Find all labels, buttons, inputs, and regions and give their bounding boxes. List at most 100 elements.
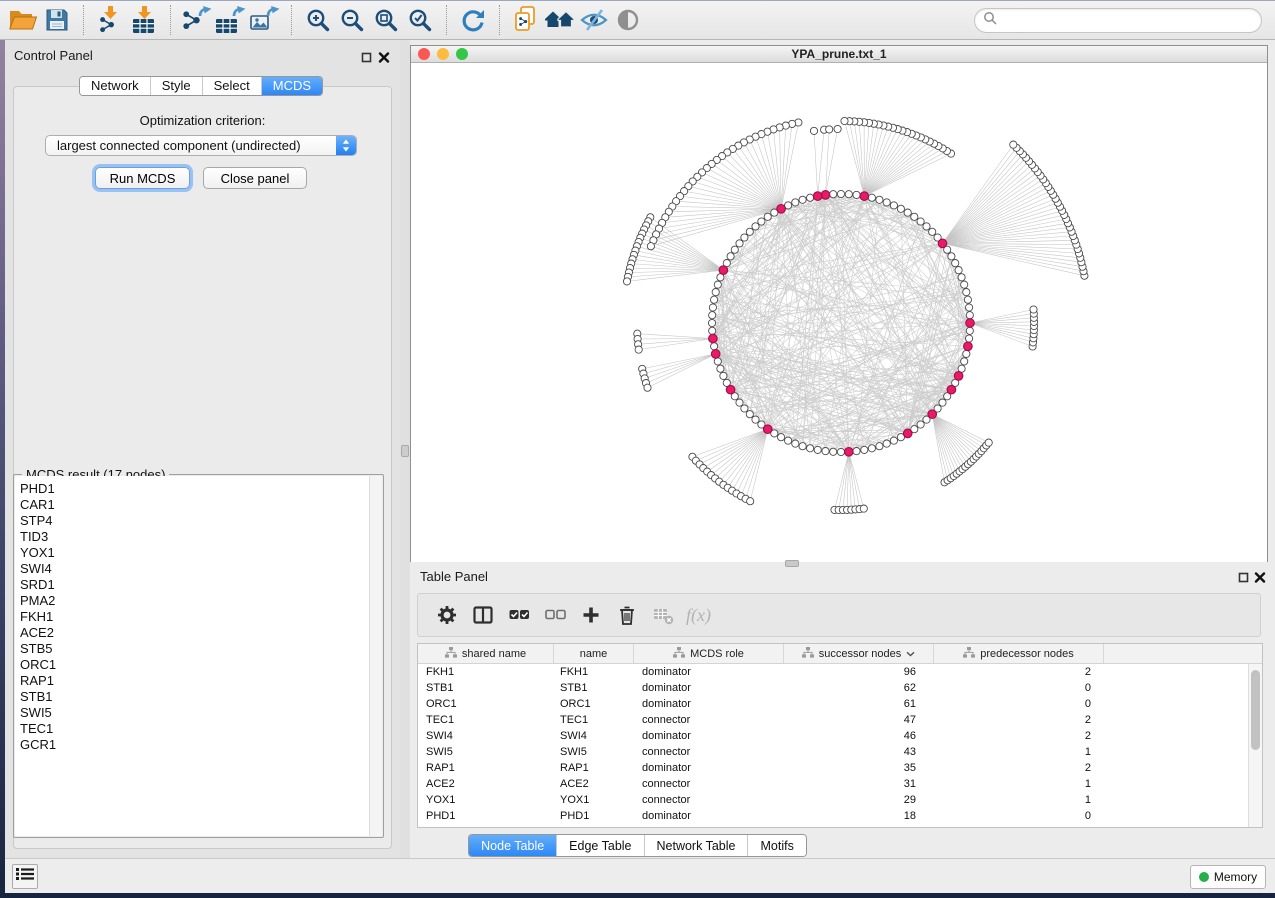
dominator-node[interactable] xyxy=(709,334,718,343)
network-node[interactable] xyxy=(861,446,868,453)
go-home-icon[interactable] xyxy=(543,4,577,36)
dominator-node[interactable] xyxy=(821,191,830,200)
mcds-result-item[interactable]: TEC1 xyxy=(16,721,56,737)
network-node[interactable] xyxy=(961,281,968,288)
dominator-node[interactable] xyxy=(928,410,937,419)
dominator-node[interactable] xyxy=(711,350,720,359)
network-node[interactable] xyxy=(644,384,651,391)
network-node[interactable] xyxy=(709,312,716,319)
network-node[interactable] xyxy=(752,416,759,423)
close-panel-icon[interactable] xyxy=(377,51,390,64)
mcds-result-item[interactable]: SRD1 xyxy=(16,577,56,593)
mcds-result-item[interactable]: SWI4 xyxy=(16,561,56,577)
network-node[interactable] xyxy=(736,240,743,247)
mcds-result-item[interactable]: STP4 xyxy=(16,513,56,529)
network-node[interactable] xyxy=(939,399,946,406)
network-node[interactable] xyxy=(746,228,753,235)
dominator-node[interactable] xyxy=(763,425,772,434)
network-node[interactable] xyxy=(868,194,875,201)
mcds-result-item[interactable]: YOX1 xyxy=(16,545,56,561)
zoom-fit-icon[interactable] xyxy=(369,4,403,36)
tab-node-table[interactable]: Node Table xyxy=(469,835,556,856)
run-mcds-button[interactable]: Run MCDS xyxy=(95,167,190,189)
mcds-result-item[interactable]: STB5 xyxy=(16,641,56,657)
network-node[interactable] xyxy=(731,246,738,253)
network-node[interactable] xyxy=(714,358,721,365)
table-row[interactable]: STB1STB1dominator620 xyxy=(418,680,1248,696)
dominator-node[interactable] xyxy=(947,385,956,394)
network-node[interactable] xyxy=(711,343,718,350)
tab-edge-table[interactable]: Edge Table xyxy=(556,835,643,856)
network-node[interactable] xyxy=(727,253,734,260)
split-panel-icon[interactable] xyxy=(465,600,501,630)
network-node[interactable] xyxy=(711,296,718,303)
network-node[interactable] xyxy=(923,223,930,230)
network-node[interactable] xyxy=(714,281,721,288)
network-node[interactable] xyxy=(807,194,814,201)
network-canvas[interactable] xyxy=(411,63,1267,562)
delete-table-icon[interactable] xyxy=(645,600,681,630)
network-node[interactable] xyxy=(860,505,867,512)
network-node[interactable] xyxy=(963,350,970,357)
network-node[interactable] xyxy=(747,498,754,505)
table-close-panel-icon[interactable] xyxy=(1253,571,1266,584)
add-column-icon[interactable] xyxy=(573,600,609,630)
network-node[interactable] xyxy=(837,190,844,197)
tab-mcds[interactable]: MCDS xyxy=(261,77,322,95)
network-node[interactable] xyxy=(958,274,965,281)
dominator-node[interactable] xyxy=(954,372,963,381)
network-node[interactable] xyxy=(853,448,860,455)
network-node[interactable] xyxy=(736,399,743,406)
network-node[interactable] xyxy=(799,443,806,450)
table-row[interactable]: FKH1FKH1dominator962 xyxy=(418,664,1248,680)
table-row[interactable]: ORC1ORC1dominator610 xyxy=(418,696,1248,712)
table-row[interactable]: SWI5SWI5connector431 xyxy=(418,744,1248,760)
network-node[interactable] xyxy=(807,445,814,452)
dominator-node[interactable] xyxy=(726,385,735,394)
memory-button[interactable]: Memory xyxy=(1190,865,1266,889)
network-node[interactable] xyxy=(897,205,904,212)
mcds-result-item[interactable]: GCR1 xyxy=(16,737,56,753)
mcds-result-item[interactable]: SWI5 xyxy=(16,705,56,721)
network-node[interactable] xyxy=(741,405,748,412)
network-node[interactable] xyxy=(764,213,771,220)
export-image-icon[interactable] xyxy=(248,4,282,36)
zoom-selected-icon[interactable] xyxy=(403,4,437,36)
zoom-in-icon[interactable] xyxy=(301,4,335,36)
network-node[interactable] xyxy=(720,372,727,379)
network-node[interactable] xyxy=(961,358,968,365)
column-header-name[interactable]: name xyxy=(554,644,634,663)
dominator-node[interactable] xyxy=(860,192,869,201)
network-node[interactable] xyxy=(822,448,829,455)
network-node[interactable] xyxy=(966,327,973,334)
network-node[interactable] xyxy=(792,199,799,206)
network-window-titlebar[interactable]: YPA_prune.txt_1 xyxy=(411,46,1267,63)
tab-motifs[interactable]: Motifs xyxy=(747,835,805,856)
zoom-out-icon[interactable] xyxy=(335,4,369,36)
network-node[interactable] xyxy=(845,191,852,198)
network-node[interactable] xyxy=(876,196,883,203)
dominator-node[interactable] xyxy=(777,205,786,214)
search-box[interactable] xyxy=(974,8,1262,33)
mcds-result-item[interactable]: STB1 xyxy=(16,689,56,705)
network-node[interactable] xyxy=(712,289,719,296)
mcds-result-item[interactable]: PHD1 xyxy=(16,481,56,497)
table-row[interactable]: YOX1YOX1connector291 xyxy=(418,792,1248,808)
network-node[interactable] xyxy=(623,278,630,285)
save-session-icon[interactable] xyxy=(40,4,74,36)
dominator-node[interactable] xyxy=(964,342,973,351)
network-node[interactable] xyxy=(966,312,973,319)
tab-network[interactable]: Network xyxy=(80,77,150,95)
network-node[interactable] xyxy=(752,223,759,230)
horizontal-splitter-handle[interactable] xyxy=(785,560,799,567)
network-node[interactable] xyxy=(709,327,716,334)
dominator-node[interactable] xyxy=(719,266,728,275)
dominator-node[interactable] xyxy=(845,448,854,457)
network-node[interactable] xyxy=(1030,306,1037,313)
mcds-result-item[interactable]: TID3 xyxy=(16,529,56,545)
vertical-splitter-handle[interactable] xyxy=(401,445,409,457)
column-header-predecessor-nodes[interactable]: predecessor nodes xyxy=(934,644,1104,663)
mcds-result-item[interactable]: ORC1 xyxy=(16,657,56,673)
network-node[interactable] xyxy=(966,335,973,342)
deselect-all-icon[interactable] xyxy=(537,600,573,630)
